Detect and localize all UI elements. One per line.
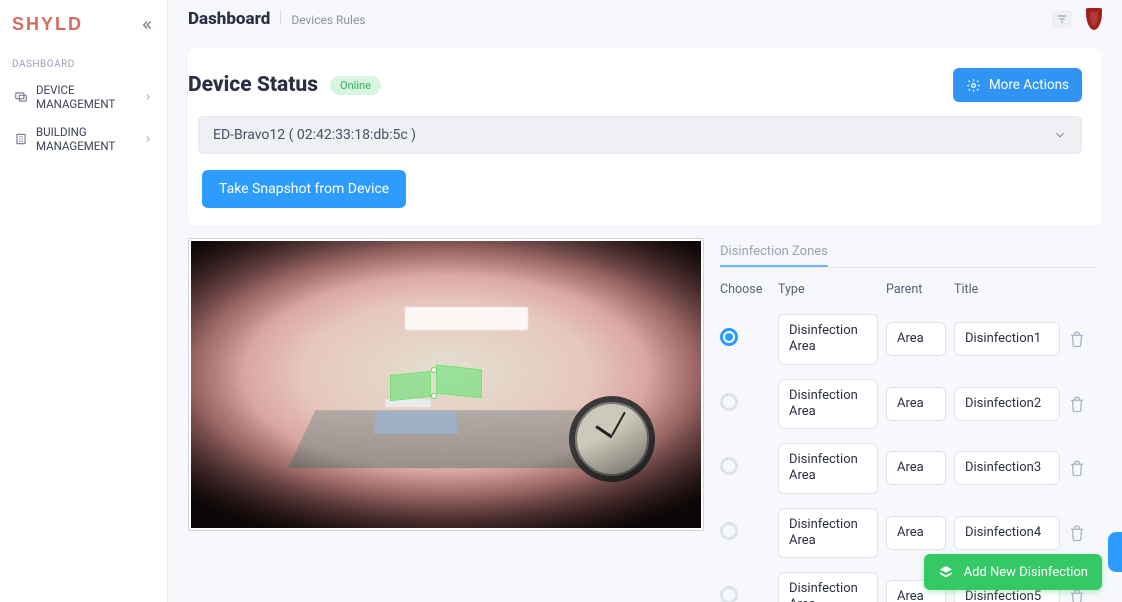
more-actions-label: More Actions [989, 77, 1069, 93]
col-parent: Parent [886, 282, 946, 297]
device-icon [14, 90, 28, 104]
sidebar-item-label: BUILDING MANAGEMENT [36, 125, 143, 153]
zone-row: Disinfection AreaAreaDisinfection1 [720, 307, 1098, 372]
zone-parent[interactable]: Area [886, 322, 946, 356]
page-title: Device Status [188, 73, 318, 97]
col-choose: Choose [720, 282, 770, 297]
sidebar-item-building-management[interactable]: BUILDING MANAGEMENT [10, 118, 157, 160]
breadcrumb-main: Dashboard [188, 9, 270, 29]
layers-icon [938, 564, 954, 580]
chevron-right-icon [143, 134, 153, 144]
zone-row: Disinfection AreaAreaDisinfection3 [720, 436, 1098, 501]
delete-icon[interactable] [1068, 588, 1086, 602]
status-badge: Online [330, 76, 381, 95]
gear-icon [966, 78, 981, 93]
add-disinfection-label: Add New Disinfection [964, 565, 1088, 580]
choose-radio[interactable] [720, 522, 738, 540]
col-type: Type [778, 282, 878, 297]
zone-title[interactable]: Disinfection3 [954, 451, 1060, 485]
org-shield-badge[interactable] [1086, 8, 1102, 30]
delete-icon[interactable] [1068, 459, 1086, 477]
breadcrumb-sep [280, 10, 281, 24]
breadcrumb: Dashboard Devices Rules [188, 9, 366, 29]
camera-preview-frame [188, 238, 704, 531]
zone-type[interactable]: Disinfection Area [778, 508, 878, 559]
zone-type[interactable]: Disinfection Area [778, 314, 878, 365]
choose-radio[interactable] [720, 457, 738, 475]
brand-logo: SHYLD [12, 14, 83, 35]
sidebar: SHYLD DASHBOARD DEVICE MANAGEMENT [0, 0, 168, 602]
zone-parent[interactable]: Area [886, 387, 946, 421]
disinfection-zones-panel: Disinfection Zones Choose Type Parent Ti… [720, 238, 1102, 602]
zone-type[interactable]: Disinfection Area [778, 572, 878, 602]
filter-icon[interactable] [1052, 10, 1072, 28]
lens-vignette [191, 241, 701, 528]
choose-radio[interactable] [720, 393, 738, 411]
chevron-down-icon [1053, 128, 1067, 142]
delete-icon[interactable] [1068, 524, 1086, 542]
breadcrumb-sub[interactable]: Devices Rules [291, 13, 365, 27]
zone-title[interactable]: Disinfection1 [954, 322, 1060, 356]
sidebar-section: DASHBOARD [12, 59, 155, 70]
side-fab[interactable] [1108, 532, 1122, 572]
zone-type[interactable]: Disinfection Area [778, 379, 878, 430]
device-status-card: Device Status Online More Actions ED-Bra… [188, 48, 1102, 226]
chevron-right-icon [143, 92, 153, 102]
more-actions-button[interactable]: More Actions [953, 68, 1082, 102]
choose-radio[interactable] [720, 328, 738, 346]
zone-title[interactable]: Disinfection2 [954, 387, 1060, 421]
zones-header-row: Choose Type Parent Title [720, 268, 1098, 307]
zone-parent[interactable]: Area [886, 451, 946, 485]
col-title: Title [954, 282, 1060, 297]
choose-radio[interactable] [720, 586, 738, 602]
sidebar-item-device-management[interactable]: DEVICE MANAGEMENT [10, 76, 157, 118]
sidebar-collapse-icon[interactable] [137, 16, 155, 34]
zone-row: Disinfection AreaAreaDisinfection2 [720, 372, 1098, 437]
zone-title[interactable]: Disinfection4 [954, 516, 1060, 550]
delete-icon[interactable] [1068, 330, 1086, 348]
add-disinfection-button[interactable]: Add New Disinfection [924, 554, 1102, 590]
zone-parent[interactable]: Area [886, 516, 946, 550]
camera-preview[interactable] [191, 241, 701, 528]
building-icon [14, 132, 28, 146]
device-id: ED-Bravo12 ( 02:42:33:18:db:5c ) [213, 127, 416, 143]
take-snapshot-button[interactable]: Take Snapshot from Device [202, 170, 406, 208]
tab-disinfection-zones[interactable]: Disinfection Zones [720, 238, 828, 267]
zone-type[interactable]: Disinfection Area [778, 443, 878, 494]
device-selector[interactable]: ED-Bravo12 ( 02:42:33:18:db:5c ) [198, 116, 1082, 154]
topbar: Dashboard Devices Rules [168, 0, 1122, 38]
delete-icon[interactable] [1068, 395, 1086, 413]
sidebar-item-label: DEVICE MANAGEMENT [36, 83, 143, 111]
